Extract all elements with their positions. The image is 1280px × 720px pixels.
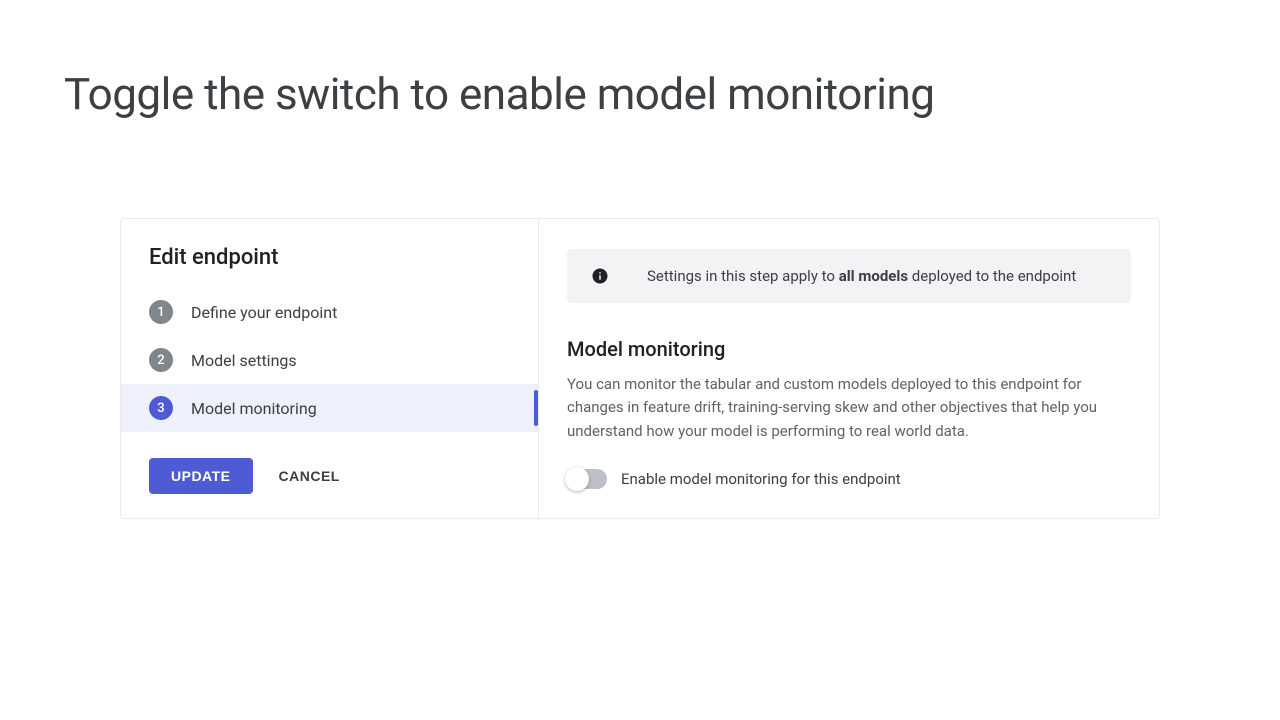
enable-monitoring-row: Enable model monitoring for this endpoin… <box>567 469 1131 489</box>
toggle-label: Enable model monitoring for this endpoin… <box>621 470 901 488</box>
info-icon <box>591 267 609 285</box>
info-bold: all models <box>839 267 908 285</box>
section-title: Model monitoring <box>567 337 1131 361</box>
step-label: Define your endpoint <box>191 303 337 322</box>
step-number-icon: 3 <box>149 396 173 420</box>
edit-endpoint-card: Edit endpoint 1 Define your endpoint 2 M… <box>120 218 1160 519</box>
step-model-settings[interactable]: 2 Model settings <box>121 336 538 384</box>
step-define-endpoint[interactable]: 1 Define your endpoint <box>121 288 538 336</box>
action-buttons: UPDATE CANCEL <box>121 432 538 494</box>
enable-monitoring-toggle[interactable] <box>567 469 607 489</box>
info-banner: Settings in this step apply to all model… <box>567 249 1131 303</box>
page-title: Toggle the switch to enable model monito… <box>0 0 1280 120</box>
sidebar-title: Edit endpoint <box>121 245 538 288</box>
update-button[interactable]: UPDATE <box>149 458 253 494</box>
section-description: You can monitor the tabular and custom m… <box>567 373 1107 443</box>
step-number-icon: 2 <box>149 348 173 372</box>
step-label: Model settings <box>191 351 297 370</box>
step-number-icon: 1 <box>149 300 173 324</box>
cancel-button[interactable]: CANCEL <box>271 458 348 494</box>
info-text: Settings in this step apply to all model… <box>647 267 1076 285</box>
content-panel: Settings in this step apply to all model… <box>539 219 1159 518</box>
step-model-monitoring[interactable]: 3 Model monitoring <box>121 384 538 432</box>
info-prefix: Settings in this step apply to <box>647 267 839 285</box>
step-label: Model monitoring <box>191 399 317 418</box>
wizard-sidebar: Edit endpoint 1 Define your endpoint 2 M… <box>121 219 539 518</box>
info-suffix: deployed to the endpoint <box>908 267 1076 285</box>
